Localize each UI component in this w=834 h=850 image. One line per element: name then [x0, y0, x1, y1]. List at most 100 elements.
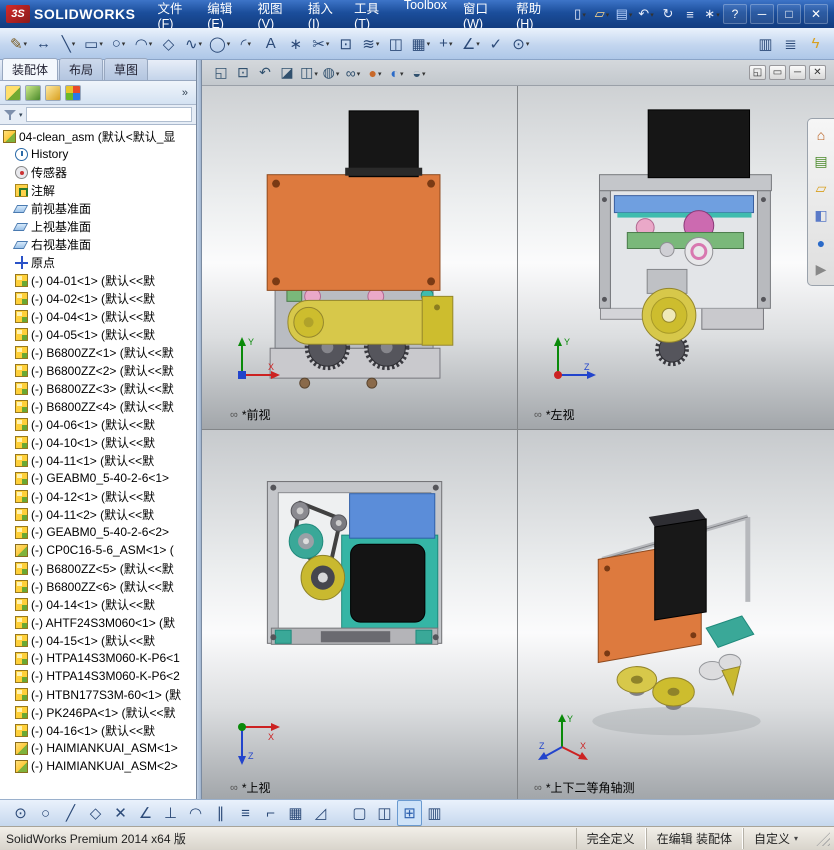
tree-item[interactable]: (-) B6800ZZ<6> (默认<<默	[0, 577, 196, 595]
hide-show-items-button[interactable]: ∞	[342, 62, 364, 84]
viewport-front[interactable]: Y X *前视	[202, 60, 518, 430]
open-button[interactable]: ▱	[591, 3, 613, 25]
tree-item[interactable]: (-) B6800ZZ<2> (默认<<默	[0, 361, 196, 379]
text-tool-button[interactable]: A	[258, 31, 283, 57]
tab-sketch[interactable]: 草图	[104, 58, 149, 80]
tangent-snap-button[interactable]: ◠	[183, 800, 208, 826]
edit-appearance-button[interactable]: ●	[364, 62, 386, 84]
tree-item[interactable]: (-) HAIMIANKUAI_ASM<1>	[0, 739, 196, 757]
display-style-button[interactable]: ◍	[320, 62, 342, 84]
intersection-snap-button[interactable]: ✕	[108, 800, 133, 826]
custom-properties-icon[interactable]: ▶	[812, 260, 831, 279]
tree-item[interactable]: (-) 04-11<2> (默认<<默	[0, 505, 196, 523]
zoom-area-button[interactable]: ⊡	[232, 62, 254, 84]
panel-overflow-chevron[interactable]: »	[179, 87, 191, 99]
circle-tool-button[interactable]: ○	[106, 31, 131, 57]
tree-item[interactable]: (-) 04-02<1> (默认<<默	[0, 289, 196, 307]
minimize-button[interactable]: ─	[750, 4, 774, 24]
displaymanager-tab-icon[interactable]	[65, 84, 81, 101]
help-button[interactable]: ?	[723, 4, 747, 24]
isolate-button[interactable]: ▥	[753, 31, 778, 57]
section-view-button[interactable]: ◪	[276, 62, 298, 84]
four-view-button[interactable]: ⊞	[397, 800, 422, 826]
point-snap-button[interactable]: ⊙	[8, 800, 33, 826]
viewport-layout-button[interactable]: ◱	[749, 65, 766, 80]
zoom-fit-button[interactable]: ◱	[210, 62, 232, 84]
tree-item[interactable]: History	[0, 145, 196, 163]
tree-item[interactable]: (-) GEABM0_5-40-2-6<1>	[0, 469, 196, 487]
home-icon[interactable]: ⌂	[812, 125, 831, 144]
tree-item[interactable]: (-) PK246PA<1> (默认<<默	[0, 703, 196, 721]
tree-item[interactable]: 上视基准面	[0, 217, 196, 235]
maximize-button[interactable]: □	[777, 4, 801, 24]
minimize-viewport-button[interactable]: ─	[789, 65, 806, 80]
tree-item[interactable]: (-) HTPA14S3M060-K-P6<2	[0, 667, 196, 685]
tree-item[interactable]: (-) 04-11<1> (默认<<默	[0, 451, 196, 469]
rebuild-button[interactable]: ↻	[657, 3, 679, 25]
options-button[interactable]: ∗	[701, 3, 723, 25]
view-settings-button[interactable]: ◒	[408, 62, 430, 84]
parallel-snap-button[interactable]: ∥	[208, 800, 233, 826]
smart-dimension-button[interactable]: ↔	[31, 31, 56, 57]
resize-grip[interactable]	[816, 831, 830, 846]
move-entities-button[interactable]: +	[433, 31, 458, 57]
midpoint-snap-button[interactable]: ◇	[83, 800, 108, 826]
tree-item[interactable]: (-) 04-05<1> (默认<<默	[0, 325, 196, 343]
previous-view-button[interactable]: ↶	[254, 62, 276, 84]
angle-bisector-snap-button[interactable]: ◿	[308, 800, 333, 826]
tree-item[interactable]: (-) HAIMIANKUAI_ASM<2>	[0, 757, 196, 775]
tree-item[interactable]: (-) B6800ZZ<1> (默认<<默	[0, 343, 196, 361]
tree-item[interactable]: 右视基准面	[0, 235, 196, 253]
appearances-icon[interactable]: ●	[812, 233, 831, 252]
line-snap-button[interactable]: ╱	[58, 800, 83, 826]
single-view-button[interactable]: ▢	[347, 800, 372, 826]
tree-item[interactable]: (-) 04-04<1> (默认<<默	[0, 307, 196, 325]
filter-dropdown-icon[interactable]: ▾	[19, 111, 23, 119]
line-tool-button[interactable]: ╲	[56, 31, 81, 57]
convert-entities-button[interactable]: ⊡	[333, 31, 358, 57]
tree-item[interactable]: (-) 04-10<1> (默认<<默	[0, 433, 196, 451]
view-palette-icon[interactable]: ◧	[812, 206, 831, 225]
tree-item[interactable]: (-) 04-15<1> (默认<<默	[0, 631, 196, 649]
tree-item[interactable]: 04-clean_asm (默认<默认_显	[0, 127, 196, 145]
ellipse-tool-button[interactable]: ◯	[206, 31, 233, 57]
viewport-left[interactable]: Y Z *左视	[518, 60, 834, 430]
apply-scene-button[interactable]: ◐	[386, 62, 408, 84]
filter-icon[interactable]	[4, 109, 16, 121]
undo-button[interactable]: ↶	[635, 3, 657, 25]
tree-item[interactable]: (-) 04-14<1> (默认<<默	[0, 595, 196, 613]
close-viewport-button[interactable]: ✕	[809, 65, 826, 80]
viewport-top[interactable]: X Z *上视	[202, 430, 518, 799]
tree-item[interactable]: (-) GEABM0_5-40-2-6<2>	[0, 523, 196, 541]
two-view-button[interactable]: ◫	[372, 800, 397, 826]
perpendicular-snap-button[interactable]: ⊥	[158, 800, 183, 826]
new-document-button[interactable]: ▯	[569, 3, 591, 25]
arc-tool-button[interactable]: ◠	[131, 31, 156, 57]
tree-item[interactable]: 前视基准面	[0, 199, 196, 217]
tree-item[interactable]: 注解	[0, 181, 196, 199]
tree-item[interactable]: (-) AHTF24S3M060<1> (默	[0, 613, 196, 631]
maximize-viewport-button[interactable]: ▭	[769, 65, 786, 80]
design-library-icon[interactable]: ▤	[812, 152, 831, 171]
angle-snap-button[interactable]: ∠	[133, 800, 158, 826]
polygon-tool-button[interactable]: ◇	[156, 31, 181, 57]
viewport-isometric[interactable]: Y X Z *上下二等角轴测	[518, 430, 834, 799]
spline-tool-button[interactable]: ∿	[181, 31, 206, 57]
assembly-visualization-button[interactable]: ≣	[778, 31, 803, 57]
save-button[interactable]: ▤	[613, 3, 635, 25]
fillet-tool-button[interactable]: ◜	[233, 31, 258, 57]
tab-layout[interactable]: 布局	[59, 58, 104, 80]
filter-input[interactable]	[25, 107, 192, 122]
center-snap-button[interactable]: ○	[33, 800, 58, 826]
offset-entities-button[interactable]: ≋	[358, 31, 383, 57]
tree-item[interactable]: (-) 04-01<1> (默认<<默	[0, 271, 196, 289]
tab-assembly[interactable]: 装配体	[2, 58, 59, 80]
tree-item[interactable]: (-) B6800ZZ<3> (默认<<默	[0, 379, 196, 397]
tree-item[interactable]: (-) 04-06<1> (默认<<默	[0, 415, 196, 433]
file-properties-button[interactable]: ≡	[679, 3, 701, 25]
length-snap-button[interactable]: ⌐	[258, 800, 283, 826]
quick-snaps-button[interactable]: ⊙	[508, 31, 533, 57]
tree-item[interactable]: (-) HTPA14S3M060-K-P6<1	[0, 649, 196, 667]
display-relations-button[interactable]: ∠	[458, 31, 483, 57]
configurationmanager-tab-icon[interactable]	[45, 84, 61, 101]
